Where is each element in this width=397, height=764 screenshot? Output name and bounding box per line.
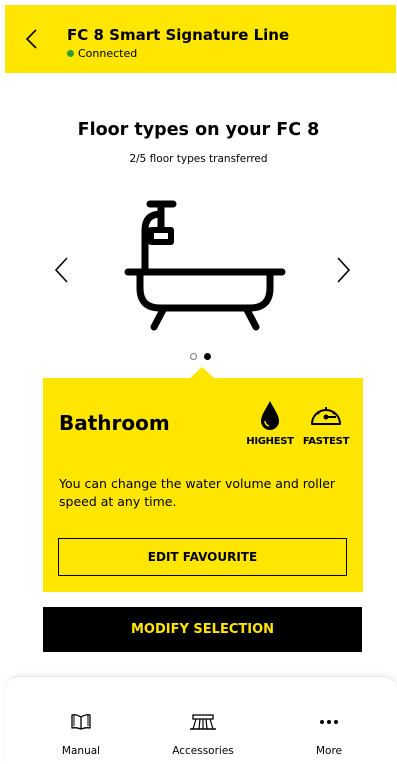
connection-status-label: Connected — [78, 47, 138, 60]
device-title: FC 8 Smart Signature Line — [67, 26, 290, 44]
bottom-navigation: Manual Accessories More — [5, 676, 397, 764]
nav-label-manual: Manual — [61, 745, 101, 757]
nav-label-accessories: Accessories — [172, 745, 234, 757]
nav-item-manual[interactable]: Manual — [51, 713, 111, 757]
page-title: Floor types on your FC 8 — [77, 120, 320, 140]
nav-item-more[interactable]: More — [299, 713, 359, 757]
app-header: FC 8 Smart Signature Line Connected — [5, 5, 396, 73]
roller-brush-icon — [190, 714, 216, 730]
carousel-prev-icon[interactable] — [52, 256, 72, 284]
nav-item-accessories[interactable]: Accessories — [163, 713, 243, 757]
floor-type-card: Bathroom HIGHEST FASTEST You can change … — [43, 378, 363, 592]
floor-type-title: Bathroom — [59, 411, 170, 435]
connection-status: Connected — [67, 47, 137, 60]
more-dots-icon — [320, 720, 338, 724]
back-chevron-icon[interactable] — [21, 27, 45, 51]
bathtub-icon — [124, 200, 286, 331]
speedometer-icon — [311, 407, 341, 425]
water-volume-label: HIGHEST — [246, 436, 294, 447]
carousel-dot[interactable] — [190, 353, 197, 360]
nav-label-more: More — [315, 745, 343, 757]
carousel-pagination — [190, 353, 211, 360]
transfer-progress-text: 2/5 floor types transferred — [129, 153, 268, 165]
carousel-next-icon[interactable] — [333, 256, 353, 284]
book-icon — [71, 714, 91, 730]
roller-speed-label: FASTEST — [302, 436, 350, 447]
water-drop-icon — [261, 401, 279, 430]
roller-speed-indicator: FASTEST — [300, 400, 352, 447]
water-volume-indicator: HIGHEST — [246, 400, 294, 447]
card-description: You can change the water volume and roll… — [59, 476, 336, 509]
modify-selection-button[interactable]: MODIFY SELECTION — [43, 607, 362, 652]
carousel-dot-active[interactable] — [204, 353, 211, 360]
status-dot-icon — [67, 50, 74, 57]
edit-favourite-button[interactable]: EDIT FAVOURITE — [58, 538, 347, 576]
